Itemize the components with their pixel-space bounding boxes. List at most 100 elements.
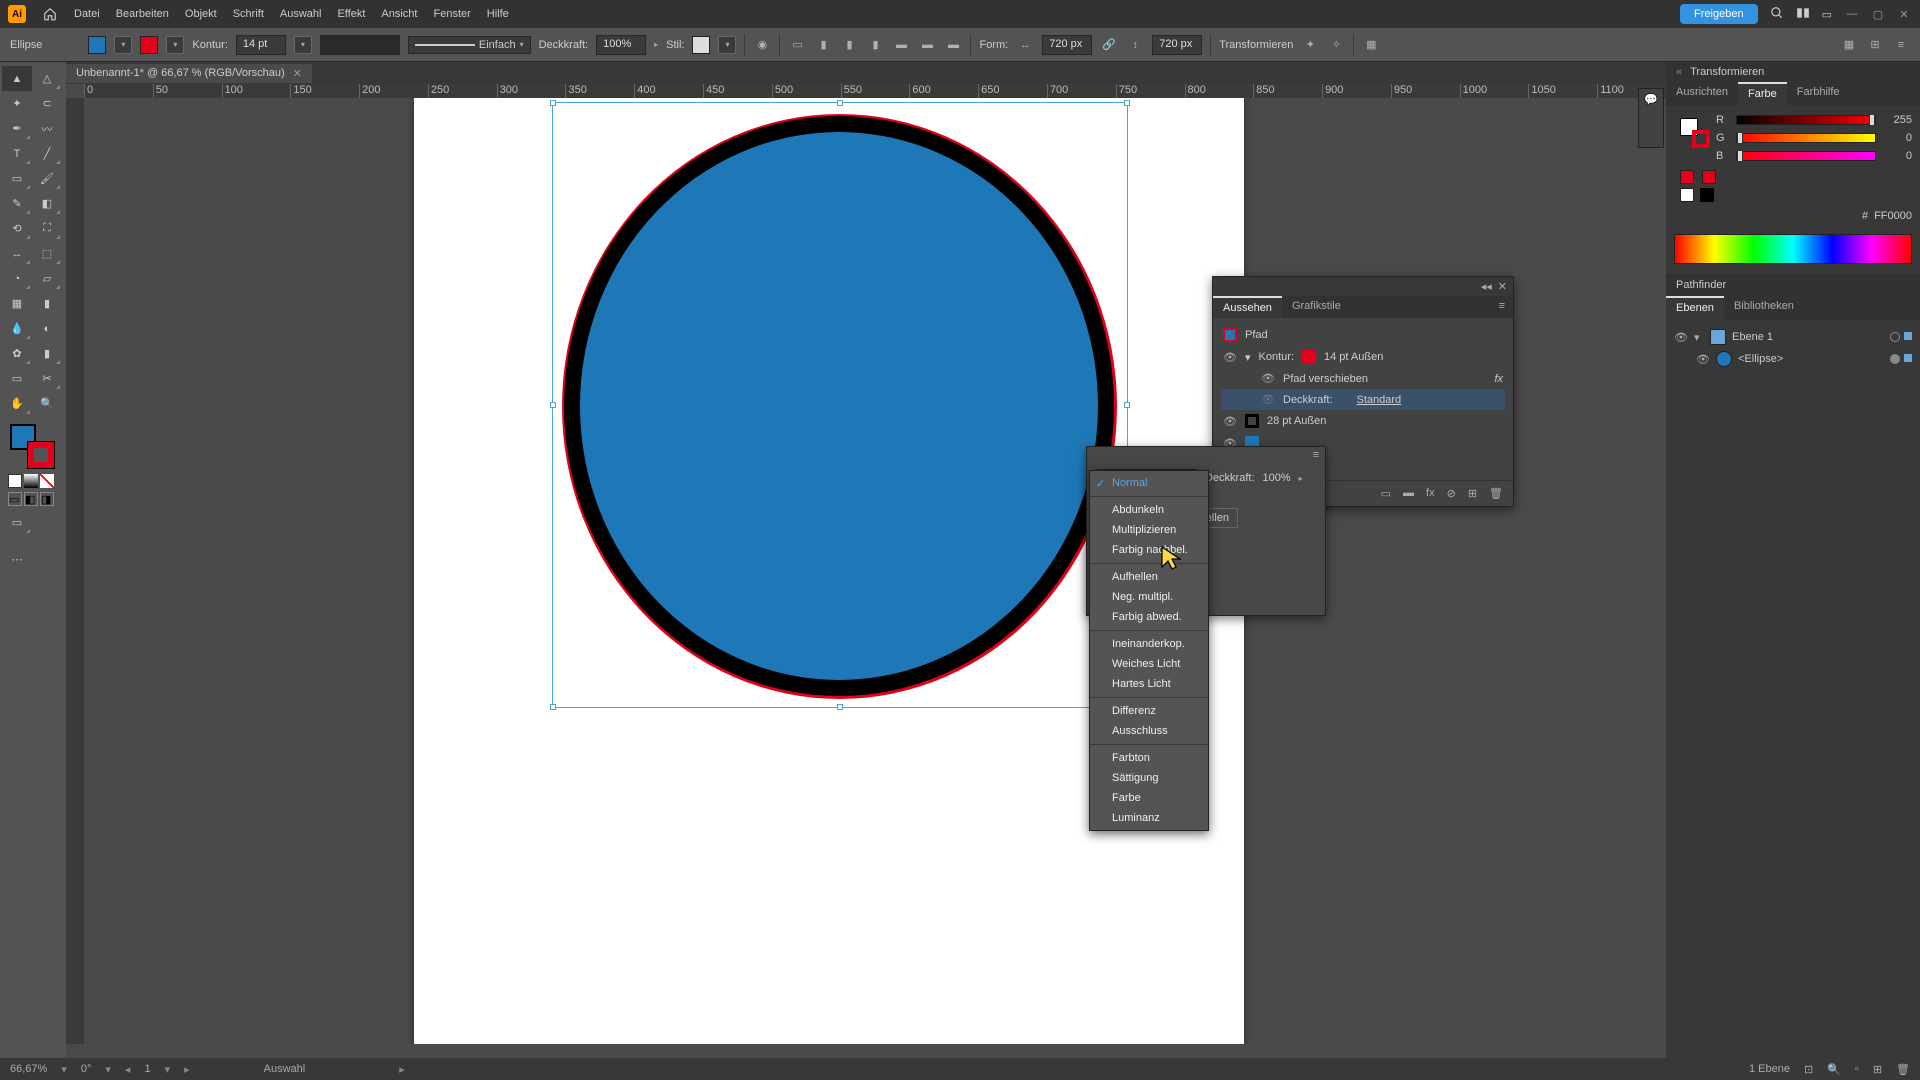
appearance-kontur1[interactable]: 👁 ▾ Kontur: 14 pt Außen [1221,346,1505,368]
var-width-profile[interactable] [320,35,400,55]
comment-panel-icon[interactable]: 💬 [1644,93,1658,106]
artboard-tool[interactable]: ▭ [2,366,32,391]
blend-neg-multipl[interactable]: Neg. multipl. [1090,587,1208,607]
menu-ansicht[interactable]: Ansicht [381,8,417,20]
draw-normal-icon[interactable]: ▭ [8,492,22,506]
minimize-button[interactable]: — [1844,8,1860,21]
blend-tool[interactable]: ◐ [32,316,62,341]
object-name[interactable]: <Ellipse> [1738,353,1783,365]
eyedropper-tool[interactable]: 💧 [2,316,32,341]
add-effect-icon[interactable]: fx [1426,487,1435,500]
appearance-offset[interactable]: 👁 Pfad verschieben fx [1221,368,1505,389]
popout-menu-icon[interactable]: ≡ [1313,449,1319,461]
clear-icon[interactable]: ⊘ [1447,487,1456,500]
visibility-icon[interactable]: 👁 [1674,331,1688,344]
selection-tool[interactable]: ▲ [2,66,32,91]
blend-farbe[interactable]: Farbe [1090,788,1208,808]
canvas[interactable] [84,98,1654,1044]
blend-differenz[interactable]: Differenz [1090,701,1208,721]
screen-mode-icon[interactable]: ▭ [2,510,32,535]
recolor-icon[interactable]: ◉ [753,36,771,54]
blend-normal[interactable]: Normal [1090,473,1208,493]
new-layer-icon[interactable]: ⊞ [1873,1063,1882,1076]
blend-weiches-licht[interactable]: Weiches Licht [1090,654,1208,674]
menu-effekt[interactable]: Effekt [337,8,365,20]
zoom-level[interactable]: 66,67% [10,1063,47,1075]
line-tool[interactable]: ╱ [32,141,62,166]
r-value[interactable]: 255 [1882,114,1912,126]
layer-row-ellipse[interactable]: 👁 <Ellipse> [1674,348,1912,370]
paintbrush-tool[interactable]: 🖌 [32,166,62,191]
shape-builder-tool[interactable]: ◔ [2,266,32,291]
blend-saettigung[interactable]: Sättigung [1090,768,1208,788]
visibility-icon[interactable]: 👁 [1223,351,1237,364]
stroke-weight-stepper[interactable]: ▾ [294,36,312,54]
color-mode-icon[interactable] [8,474,22,488]
align-pixel-icon[interactable]: ▦ [1362,36,1380,54]
tab-aussehen[interactable]: Aussehen [1213,296,1282,318]
layer-name[interactable]: Ebene 1 [1732,331,1773,343]
stroke-swatch[interactable] [140,36,158,54]
curvature-tool[interactable]: 〰 [32,116,62,141]
style-swatch[interactable] [692,36,710,54]
expand-icon[interactable]: ▾ [1694,331,1704,344]
edit-toolbar-icon[interactable]: ⋯ [2,547,32,572]
grid-icon[interactable]: ▦ [1840,36,1858,54]
layer-row-1[interactable]: 👁 ▾ Ebene 1 [1674,326,1912,348]
selection-bounding-box[interactable] [552,102,1128,708]
mesh-tool[interactable]: ▦ [2,291,32,316]
home-icon[interactable] [42,6,58,22]
fx-icon[interactable]: fx [1494,373,1503,385]
appearance-pfad[interactable]: Pfad [1221,324,1505,346]
warn-swatch[interactable] [1680,170,1694,184]
blend-multiplizieren[interactable]: Multiplizieren [1090,520,1208,540]
add-fill-icon[interactable]: ▬ [1403,487,1414,500]
collapsed-panel-dock[interactable]: 💬 [1638,88,1664,148]
direct-selection-tool[interactable]: △ [32,66,62,91]
width-input[interactable]: 720 px [1042,35,1092,55]
menu-objekt[interactable]: Objekt [185,8,217,20]
stroke-weight-input[interactable]: 14 pt [236,35,286,55]
zoom-tool[interactable]: 🔍 [32,391,62,416]
height-input[interactable]: 720 px [1152,35,1202,55]
align-middle-icon[interactable]: ▬ [918,36,936,54]
document-tab[interactable]: Unbenannt-1* @ 66,67 % (RGB/Vorschau) ✕ [66,64,312,83]
g-value[interactable]: 0 [1882,132,1912,144]
transform-panel-header[interactable]: Transformieren [1666,62,1920,82]
add-stroke-icon[interactable]: ▭ [1381,487,1391,500]
panel-menu-icon[interactable]: ≡ [1491,296,1513,318]
appearance-deckkraft-row[interactable]: 👁 Deckkraft: Standard [1221,389,1505,410]
target-icon[interactable] [1890,354,1900,364]
current-swatch[interactable] [1702,170,1716,184]
isolate2-icon[interactable]: ✧ [1327,36,1345,54]
hand-tool[interactable]: ✋ [2,391,32,416]
color-fill-stroke-mini[interactable] [1680,118,1710,148]
collapse-icon[interactable]: ◂◂ [1481,280,1492,293]
blend-farbig-nachbel[interactable]: Farbig nachbel. [1090,540,1208,560]
align-right-icon[interactable]: ▮ [866,36,884,54]
slice-tool[interactable]: ✂ [32,366,62,391]
active-stroke-swatch[interactable] [28,442,54,468]
blend-farbig-abwed[interactable]: Farbig abwed. [1090,607,1208,627]
eraser-tool[interactable]: ◧ [32,191,62,216]
b-value[interactable]: 0 [1882,150,1912,162]
hex-value[interactable]: FF0000 [1874,210,1912,222]
close-panel-icon[interactable]: ✕ [1498,280,1507,293]
gradient-tool[interactable]: ▮ [32,291,62,316]
blend-farbton[interactable]: Farbton [1090,748,1208,768]
stroke-dropdown[interactable]: ▾ [166,36,184,54]
transform-link[interactable]: Transformieren [1219,39,1293,51]
b-slider[interactable] [1736,151,1876,161]
free-transform-tool[interactable]: ⬚ [32,241,62,266]
draw-behind-icon[interactable]: ◧ [24,492,38,506]
rotate-view[interactable]: 0° [81,1063,92,1075]
panel-menu-icon[interactable]: ≡ [1892,36,1910,54]
target-icon[interactable] [1890,332,1900,342]
rectangle-tool[interactable]: ▭ [2,166,32,191]
isolate-icon[interactable]: ✦ [1301,36,1319,54]
magic-wand-tool[interactable]: ✦ [2,91,32,116]
align-top-icon[interactable]: ▬ [892,36,910,54]
duplicate-icon[interactable]: ⊞ [1468,487,1477,500]
link-wh-icon[interactable]: 🔗 [1100,36,1118,54]
visibility-icon[interactable]: 👁 [1261,393,1275,406]
